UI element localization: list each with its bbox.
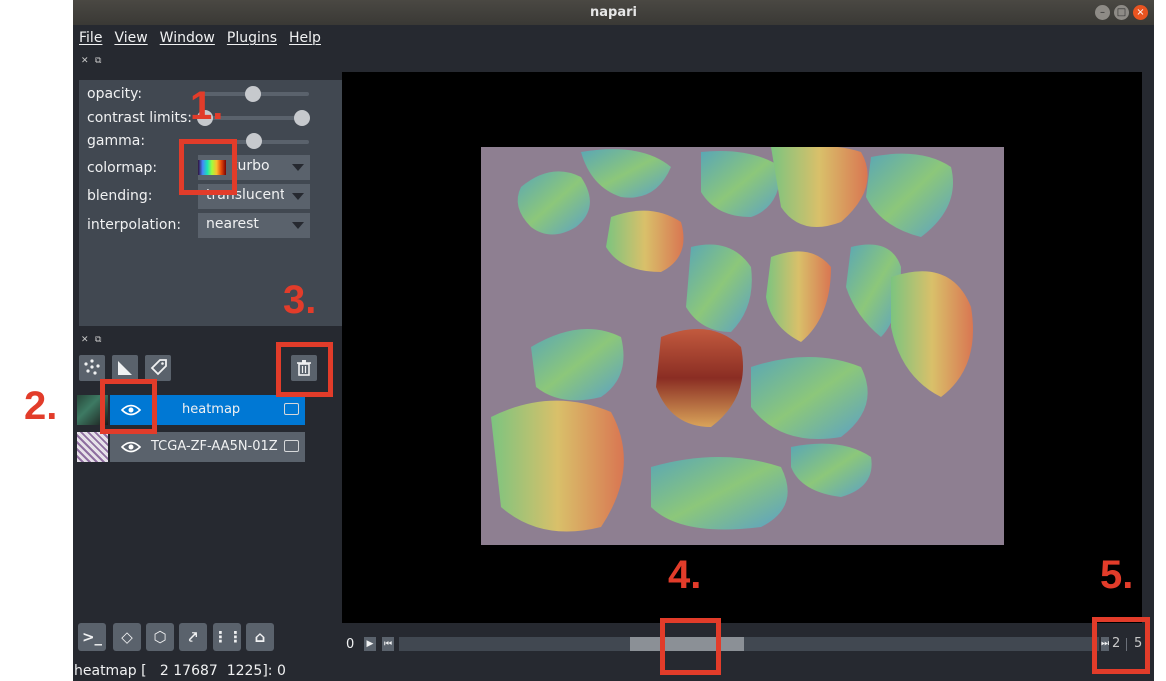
menu-bar: File View Window Plugins Help — [73, 25, 1154, 51]
annotation-box-3 — [276, 342, 333, 397]
transpose-button[interactable]: ⤤ — [179, 623, 207, 651]
minimize-icon[interactable]: – — [1095, 5, 1110, 20]
shapes-icon — [118, 361, 132, 375]
console-button[interactable]: >_ — [78, 623, 106, 651]
status-bar: heatmap [ 2 17687 1225]: 0 — [74, 663, 286, 679]
roll-dims-button[interactable]: ⬡ — [146, 623, 174, 651]
box-icon: ⬡ — [153, 628, 167, 646]
annotation-box-5 — [1092, 617, 1150, 674]
annotation-box-1 — [179, 139, 237, 195]
title-bar: napari — [73, 0, 1154, 25]
interpolation-combobox[interactable]: nearest — [198, 213, 310, 238]
colormap-label: colormap: — [87, 160, 158, 176]
console-icon: >_ — [81, 628, 103, 646]
annotation-label-1: 1. — [190, 84, 224, 128]
gamma-slider-handle[interactable] — [246, 133, 262, 149]
close-icon[interactable]: × — [1133, 5, 1148, 20]
layer-name: heatmap — [182, 402, 241, 417]
menu-help[interactable]: Help — [283, 30, 327, 46]
chevron-down-icon — [292, 193, 304, 200]
dock-float-icon[interactable]: ⧉ — [95, 335, 101, 345]
home-button[interactable]: ⌂ — [246, 623, 274, 651]
transpose-icon: ⤤ — [188, 628, 198, 646]
menu-plugins[interactable]: Plugins — [221, 30, 283, 46]
layer-item-tcga[interactable]: TCGA-ZF-AA5N-01Z — [110, 432, 305, 462]
opacity-slider-handle[interactable] — [245, 86, 261, 102]
dock-float-icon[interactable]: ⧉ — [95, 56, 101, 66]
layer-name: TCGA-ZF-AA5N-01Z — [151, 439, 278, 454]
menu-file[interactable]: File — [73, 30, 108, 46]
contrast-limits-label: contrast limits: — [87, 110, 192, 126]
dims-start-value: 0 — [346, 637, 355, 652]
new-labels-layer-button[interactable] — [145, 355, 171, 381]
skip-back-icon: ⏮ — [383, 639, 393, 649]
gamma-label: gamma: — [87, 133, 146, 149]
ndisplay-button[interactable]: ◇ — [113, 623, 141, 651]
annotation-label-5: 5. — [1100, 553, 1134, 597]
cube-icon: ◇ — [121, 628, 133, 646]
eye-icon[interactable] — [121, 441, 141, 453]
play-button[interactable]: ▶ — [364, 637, 376, 651]
menu-window[interactable]: Window — [154, 30, 221, 46]
interpolation-label: interpolation: — [87, 217, 182, 233]
tissue-heatmap — [491, 147, 973, 532]
annotation-box-2 — [100, 379, 157, 434]
first-frame-button[interactable]: ⏮ — [382, 637, 394, 651]
menu-view[interactable]: View — [108, 30, 153, 46]
napari-window: napari – □ × File View Window Plugins He… — [73, 0, 1154, 681]
heatmap-image — [481, 147, 1004, 545]
new-shapes-layer-button[interactable] — [112, 355, 138, 381]
annotation-box-4 — [660, 618, 721, 675]
dims-slider[interactable] — [399, 637, 1099, 651]
dock-close-icon[interactable]: ✕ — [81, 56, 89, 66]
opacity-label: opacity: — [87, 86, 143, 102]
tcga-thumbnail — [77, 432, 108, 462]
chevron-down-icon — [292, 164, 304, 171]
tag-icon — [150, 359, 167, 376]
blending-label: blending: — [87, 188, 153, 204]
home-icon: ⌂ — [254, 628, 266, 646]
grid-view-button[interactable]: ⋮⋮⋮ — [213, 623, 258, 651]
annotation-label-3: 3. — [283, 278, 317, 322]
interpolation-value: nearest — [206, 216, 259, 232]
window-title: napari — [590, 5, 637, 20]
points-icon — [84, 359, 100, 375]
dock-close-icon[interactable]: ✕ — [81, 335, 89, 345]
annotation-label-4: 4. — [668, 553, 702, 597]
chevron-down-icon — [292, 222, 304, 229]
annotation-label-2: 2. — [24, 384, 58, 428]
new-points-layer-button[interactable] — [79, 355, 105, 381]
maximize-icon[interactable]: □ — [1114, 5, 1129, 20]
image-layer-icon — [284, 403, 299, 415]
contrast-max-handle[interactable] — [294, 110, 310, 126]
image-layer-icon — [284, 440, 299, 452]
viewer-canvas[interactable] — [342, 72, 1142, 623]
colormap-value: turbo — [232, 158, 270, 174]
play-icon: ▶ — [366, 639, 374, 649]
